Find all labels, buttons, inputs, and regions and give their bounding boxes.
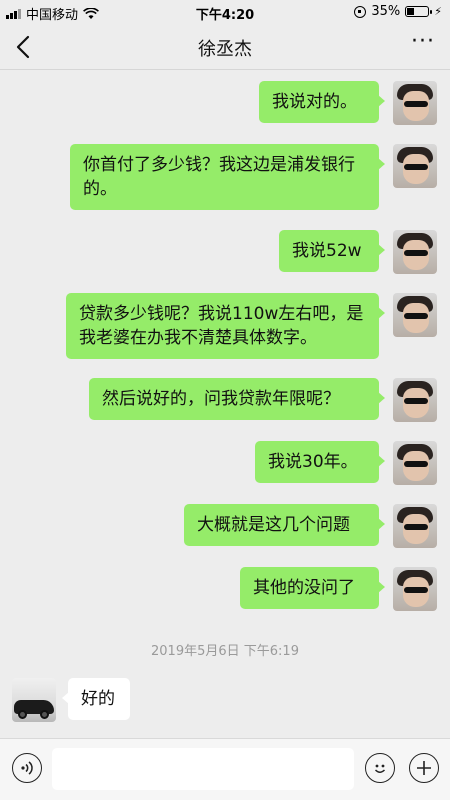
message-bubble[interactable]: 你首付了多少钱？我这边是浦发银行的。 — [70, 144, 385, 210]
message-timestamp: 2019年5月6日 下午6:19 — [151, 644, 299, 659]
status-bar: 中国移动 下午4:20 35% ⚡ — [0, 0, 450, 24]
message-bubble[interactable]: 其他的没问了 — [240, 567, 385, 609]
avatar[interactable] — [393, 441, 437, 485]
more-dots-icon[interactable]: ··· — [410, 31, 436, 57]
battery-percent: 35% — [371, 4, 401, 19]
avatar[interactable] — [12, 678, 56, 722]
battery-icon — [405, 6, 433, 17]
voice-icon[interactable] — [12, 753, 42, 783]
message-bubble[interactable]: 大概就是这几个问题 — [184, 504, 385, 546]
smiley-face-icon — [374, 764, 386, 773]
avatar[interactable] — [393, 81, 437, 125]
emoji-icon[interactable] — [365, 753, 395, 783]
plus-icon[interactable] — [409, 753, 439, 783]
avatar[interactable] — [393, 504, 437, 548]
voice-wave-icon — [21, 761, 33, 775]
message-bubble[interactable]: 贷款多少钱呢？我说110w左右吧，是我老婆在办我不清楚具体数字。 — [66, 293, 385, 359]
avatar[interactable] — [393, 378, 437, 422]
input-bar — [0, 738, 450, 800]
nav-bar: 徐丞杰 ··· — [0, 24, 450, 70]
plus-sign-icon — [417, 761, 431, 775]
rotation-lock-icon — [354, 5, 367, 18]
message-bubble[interactable]: 我说30年。 — [255, 441, 385, 483]
chat-title: 徐丞杰 — [198, 39, 252, 60]
message-bubble[interactable]: 我说52w — [279, 230, 385, 272]
avatar[interactable] — [393, 230, 437, 274]
charging-icon: ⚡ — [434, 5, 442, 18]
message-bubble[interactable]: 好的 — [62, 678, 130, 720]
message-bubble[interactable]: 我说对的。 — [259, 81, 385, 123]
avatar[interactable] — [393, 567, 437, 611]
status-right: 35% ⚡ — [354, 4, 442, 19]
message-input[interactable] — [52, 748, 354, 790]
avatar[interactable] — [393, 144, 437, 188]
avatar[interactable] — [393, 293, 437, 337]
message-bubble[interactable]: 然后说好的，问我贷款年限呢？ — [89, 378, 385, 420]
